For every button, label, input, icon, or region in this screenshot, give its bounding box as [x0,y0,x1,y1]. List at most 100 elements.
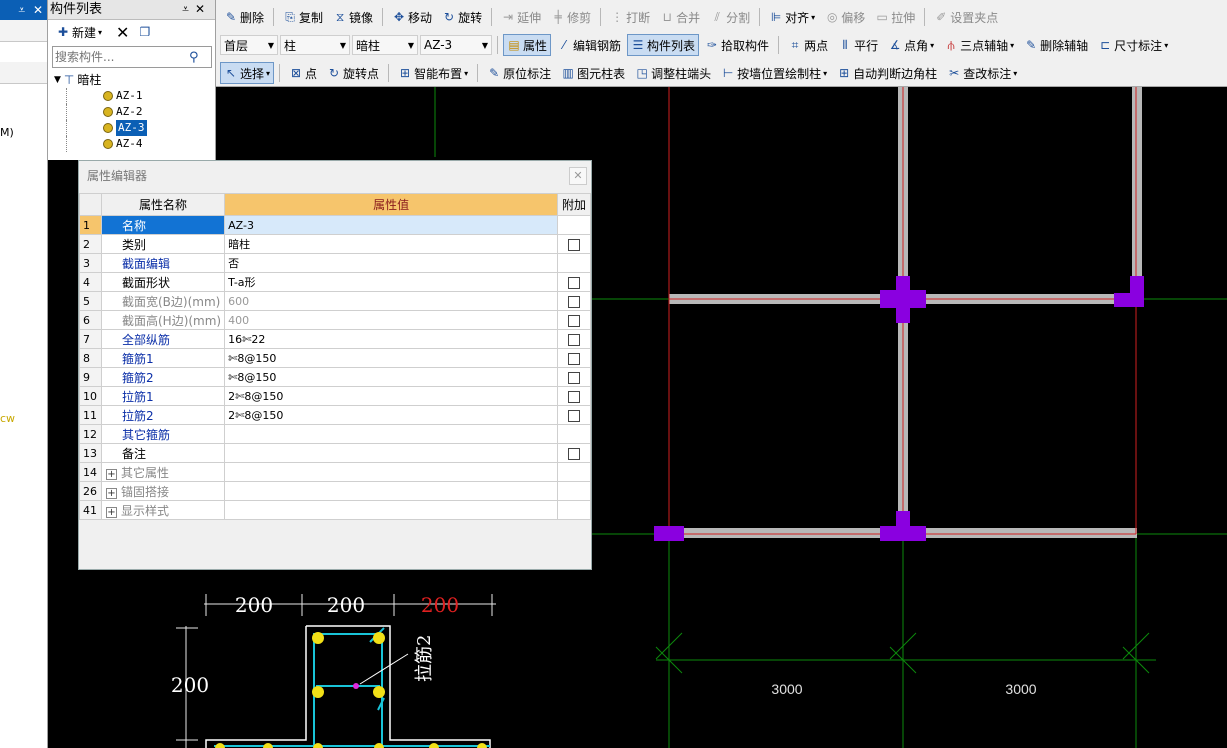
property-row[interactable]: 13 备注 [79,443,591,463]
property-extra-cell[interactable] [557,386,591,406]
property-row[interactable]: 7 全部纵筋 16✄22 [79,329,591,349]
copy-component-icon[interactable]: ❐ [139,25,150,39]
property-name-cell[interactable]: + 显示样式 [100,500,226,520]
extra-checkbox[interactable] [568,238,580,251]
point-button[interactable]: ⊠ 点 [285,62,321,84]
extra-checkbox[interactable] [568,276,580,289]
property-extra-header[interactable]: 附加 [557,193,591,216]
component-search-input[interactable] [53,47,189,67]
move-button[interactable]: ✥ 移动 [388,6,436,28]
close-icon[interactable]: ✕ [569,167,587,185]
search-icon[interactable]: ⚲ [189,50,199,65]
collapse-icon[interactable]: ▼ [54,72,61,88]
delete-button[interactable]: ✎ 删除 [220,6,268,28]
property-name-cell[interactable]: + 其它属性 [100,462,226,482]
property-extra-cell[interactable] [557,367,591,387]
dimension-button[interactable]: ⊏ 尺寸标注 ▾ [1094,34,1172,56]
subtype-select[interactable]: 暗柱 ▼ [352,35,418,55]
pin-icon[interactable]: ⩡ [182,2,195,16]
break-button[interactable]: ⋮ 打断 [606,6,654,28]
extra-checkbox[interactable] [568,314,580,327]
expand-icon[interactable]: + [105,487,117,499]
property-extra-cell[interactable] [557,234,591,254]
property-extra-cell[interactable] [557,443,591,463]
property-row[interactable]: 41 + 显示样式 [79,500,591,520]
property-value-cell[interactable]: 2✄8@150 [224,405,559,425]
property-extra-cell[interactable] [557,405,591,425]
point-angle-button[interactable]: ∡ 点角 ▾ [884,34,938,56]
split-button[interactable]: ⫽ 分割 [706,6,754,28]
pick-component-button[interactable]: ✑ 拾取构件 [701,34,773,56]
close-icon[interactable]: ✕ [195,2,211,16]
edit-rebar-button[interactable]: ⁄ 编辑钢筋 [553,34,625,56]
property-name-cell[interactable]: 截面高(H边)(mm) [100,310,226,330]
component-select[interactable]: AZ-3 ▼ [420,35,492,55]
property-value-cell[interactable] [224,462,559,482]
rotate-button[interactable]: ↻ 旋转 [438,6,486,28]
property-value-cell[interactable]: AZ-3 [224,215,559,235]
column-cross[interactable] [880,276,926,323]
property-row[interactable]: 11 拉筋2 2✄8@150 [79,405,591,425]
tree-item-component[interactable]: AZ-4 [66,136,215,152]
extra-checkbox[interactable] [568,352,580,365]
rotate-point-button[interactable]: ↻ 旋转点 [323,62,383,84]
extra-checkbox[interactable] [568,371,580,384]
property-name-cell[interactable]: 其它箍筋 [100,424,226,444]
auto-corner-column-button[interactable]: ⊞ 自动判断边角柱 [833,62,941,84]
property-value-header[interactable]: 属性值 [224,193,559,216]
properties-button[interactable]: ▤ 属性 [503,34,552,56]
adjust-column-end-button[interactable]: ◳ 调整柱端头 [631,62,715,84]
expand-icon[interactable]: + [105,468,117,480]
property-value-cell[interactable]: 暗柱 [224,234,559,254]
type-select[interactable]: 柱 ▼ [280,35,350,55]
property-value-cell[interactable]: 400 [224,310,559,330]
extend-button[interactable]: ⇥ 延伸 [497,6,545,28]
tree-root-node[interactable]: ▼ ⊤ 暗柱 [54,72,215,88]
property-row[interactable]: 6 截面高(H边)(mm) 400 [79,310,591,330]
expand-icon[interactable]: + [105,506,117,518]
property-value-cell[interactable] [224,424,559,444]
close-icon[interactable]: ✕ [33,3,43,17]
property-name-cell[interactable]: 截面形状 [100,272,226,292]
property-value-cell[interactable]: T-a形 [224,272,559,292]
tree-item-component[interactable]: AZ-3 [66,120,215,136]
mirror-button[interactable]: ⧖ 镜像 [329,6,377,28]
property-value-cell[interactable] [224,500,559,520]
extra-checkbox[interactable] [568,409,580,422]
merge-button[interactable]: ⊔ 合并 [656,6,704,28]
property-row[interactable]: 14 + 其它属性 [79,462,591,482]
property-name-cell[interactable]: 截面编辑 [100,253,226,273]
property-row[interactable]: 12 其它箍筋 [79,424,591,444]
left-dock-row[interactable] [0,62,47,84]
offset-button[interactable]: ◎ 偏移 [821,6,869,28]
property-name-cell[interactable]: 箍筋1 [100,348,226,368]
stretch-button[interactable]: ▭ 拉伸 [871,6,919,28]
property-name-cell[interactable]: 拉筋2 [100,405,226,425]
property-extra-cell[interactable] [557,272,591,292]
property-extra-cell[interactable] [557,348,591,368]
property-value-cell[interactable]: 16✄22 [224,329,559,349]
extra-checkbox[interactable] [568,295,580,308]
in-place-label-button[interactable]: ✎ 原位标注 [483,62,555,84]
property-value-cell[interactable]: 2✄8@150 [224,386,559,406]
extra-checkbox[interactable] [568,447,580,460]
property-value-cell[interactable]: 600 [224,291,559,311]
property-name-cell[interactable]: + 锚固搭接 [100,481,226,501]
smart-layout-button[interactable]: ⊞ 智能布置 ▾ [394,62,472,84]
property-name-cell[interactable]: 截面宽(B边)(mm) [100,291,226,311]
tree-item-component[interactable]: AZ-1 [66,88,215,104]
check-label-button[interactable]: ✂ 查改标注 ▾ [943,62,1021,84]
property-value-cell[interactable] [224,443,559,463]
align-button[interactable]: ⊫ 对齐 ▾ [765,6,819,28]
component-list-button[interactable]: ☰ 构件列表 [627,34,700,56]
tree-item-component[interactable]: AZ-2 [66,104,215,120]
column-end[interactable] [654,526,684,541]
property-name-cell[interactable]: 备注 [100,443,226,463]
column-tee[interactable] [880,511,926,541]
extra-checkbox[interactable] [568,390,580,403]
left-dock-row[interactable] [0,20,47,42]
property-row[interactable]: 1 名称 AZ-3 [79,215,591,235]
property-row[interactable]: 9 箍筋2 ✄8@150 [79,367,591,387]
set-grip-button[interactable]: ✐ 设置夹点 [930,6,1002,28]
property-name-cell[interactable]: 名称 [100,215,226,235]
